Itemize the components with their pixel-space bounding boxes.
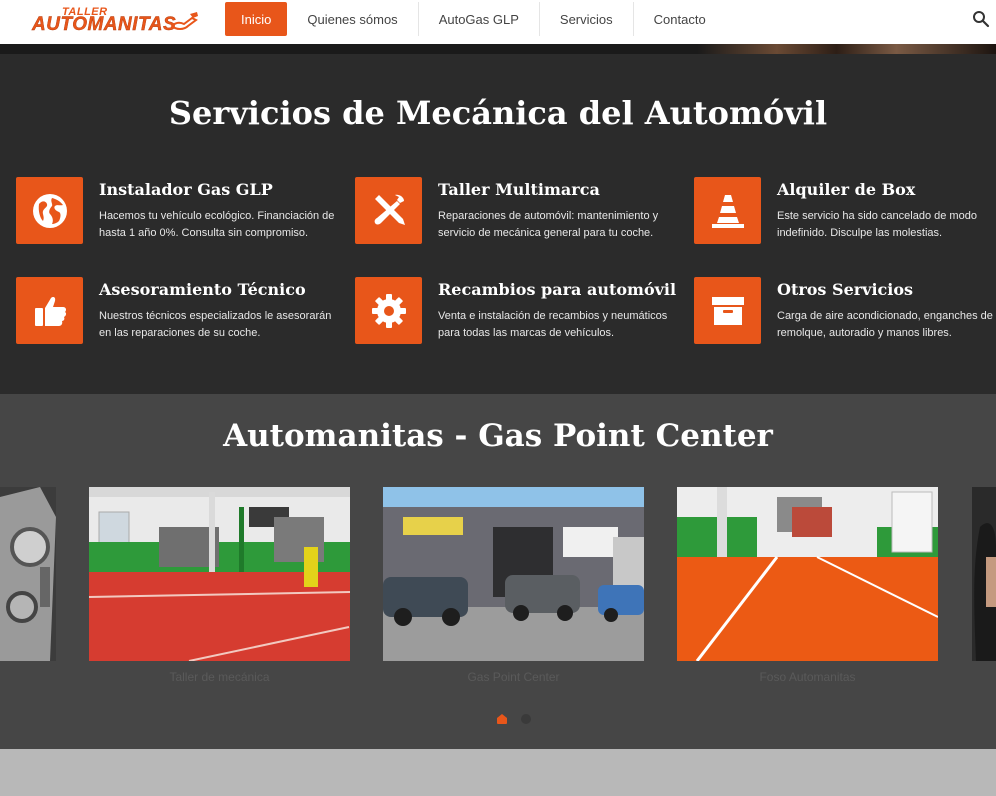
archive-box-icon bbox=[711, 296, 744, 325]
thumbs-up-icon bbox=[34, 296, 66, 326]
service-description: Reparaciones de automóvil: mantenimiento… bbox=[438, 210, 659, 239]
carousel-dot-1[interactable] bbox=[497, 714, 507, 724]
service-icon-box bbox=[16, 277, 83, 344]
gallery-slide-partial-left[interactable] bbox=[0, 487, 56, 661]
gallery-caption: Foso Automanitas bbox=[759, 670, 856, 684]
globe-icon bbox=[32, 193, 67, 228]
gallery-slide-partial-right[interactable] bbox=[972, 487, 996, 661]
service-taller-multimarca[interactable]: Taller Multimarca Reparaciones de automó… bbox=[355, 177, 685, 247]
main-menu: Inicio Quienes sómos AutoGas GLP Servici… bbox=[225, 2, 726, 36]
service-title: Otros Servicios bbox=[777, 280, 914, 299]
service-asesoramiento-tecnico[interactable]: Asesoramiento Técnico Nuestros técnicos … bbox=[16, 277, 346, 347]
engine-part-image bbox=[0, 487, 56, 661]
services-title: Servicios de Mecánica del Automóvil bbox=[168, 94, 828, 132]
gallery-slide-foso[interactable] bbox=[677, 487, 938, 661]
nav-item-servicios[interactable]: Servicios bbox=[540, 2, 634, 36]
site-logo[interactable]: TALLER AUTOMANITAS bbox=[32, 6, 200, 36]
nav-item-quienes-somos[interactable]: Quienes sómos bbox=[287, 2, 419, 36]
service-title: Alquiler de Box bbox=[777, 180, 916, 199]
gallery-caption: Gas Point Center bbox=[467, 670, 560, 684]
service-icon-box bbox=[694, 177, 761, 244]
gallery-caption: Taller de mecánica bbox=[169, 670, 270, 684]
service-instalador-gas-glp[interactable]: Instalador Gas GLP Hacemos tu vehículo e… bbox=[16, 177, 346, 247]
workshop-photo bbox=[89, 487, 350, 661]
nav-item-inicio[interactable]: Inicio bbox=[225, 2, 288, 36]
search-icon[interactable] bbox=[972, 10, 990, 28]
service-title: Asesoramiento Técnico bbox=[99, 280, 306, 299]
hero-image-strip bbox=[0, 44, 996, 54]
carousel-dot-2[interactable] bbox=[521, 714, 531, 724]
gallery-title: Automanitas - Gas Point Center bbox=[223, 418, 773, 454]
service-description: Venta e instalación de recambios y neumá… bbox=[438, 310, 668, 339]
logo-big-text: AUTOMANITAS bbox=[32, 14, 177, 35]
service-description: Este servicio ha sido cancelado de modo … bbox=[777, 210, 977, 239]
services-section: Servicios de Mecánica del Automóvil Inst… bbox=[0, 54, 996, 394]
nav-item-autogas-glp[interactable]: AutoGas GLP bbox=[419, 2, 540, 36]
person-photo bbox=[972, 487, 996, 661]
service-title: Recambios para automóvil bbox=[438, 280, 677, 299]
garage-floor-photo bbox=[677, 487, 938, 661]
gallery-section: Automanitas - Gas Point Center Taller de… bbox=[0, 394, 996, 749]
gallery-slide-gas-point[interactable] bbox=[383, 487, 644, 661]
tools-icon bbox=[374, 194, 405, 225]
service-icon-box bbox=[16, 177, 83, 244]
service-recambios[interactable]: Recambios para automóvil Venta e instala… bbox=[355, 277, 685, 347]
service-icon-box bbox=[355, 177, 422, 244]
service-alquiler-de-box[interactable]: Alquiler de Box Este servicio ha sido ca… bbox=[694, 177, 996, 247]
nav-item-contacto[interactable]: Contacto bbox=[634, 2, 726, 36]
service-title: Instalador Gas GLP bbox=[99, 180, 273, 199]
service-description: Hacemos tu vehículo ecológico. Financiac… bbox=[99, 210, 335, 239]
service-otros-servicios[interactable]: Otros Servicios Carga de aire acondicion… bbox=[694, 277, 996, 347]
navbar: TALLER AUTOMANITAS Inicio Quienes sómos … bbox=[0, 0, 996, 44]
service-description: Carga de aire acondicionado, enganches d… bbox=[777, 310, 993, 339]
service-icon-box bbox=[694, 277, 761, 344]
hand-wrench-icon bbox=[170, 12, 198, 30]
exterior-photo bbox=[383, 487, 644, 661]
service-title: Taller Multimarca bbox=[438, 180, 600, 199]
service-icon-box bbox=[355, 277, 422, 344]
footer-band bbox=[0, 749, 996, 796]
traffic-cone-icon bbox=[711, 194, 744, 228]
service-description: Nuestros técnicos especializados le ases… bbox=[99, 310, 332, 339]
gallery-slide-taller[interactable] bbox=[89, 487, 350, 661]
gear-icon bbox=[371, 293, 406, 328]
